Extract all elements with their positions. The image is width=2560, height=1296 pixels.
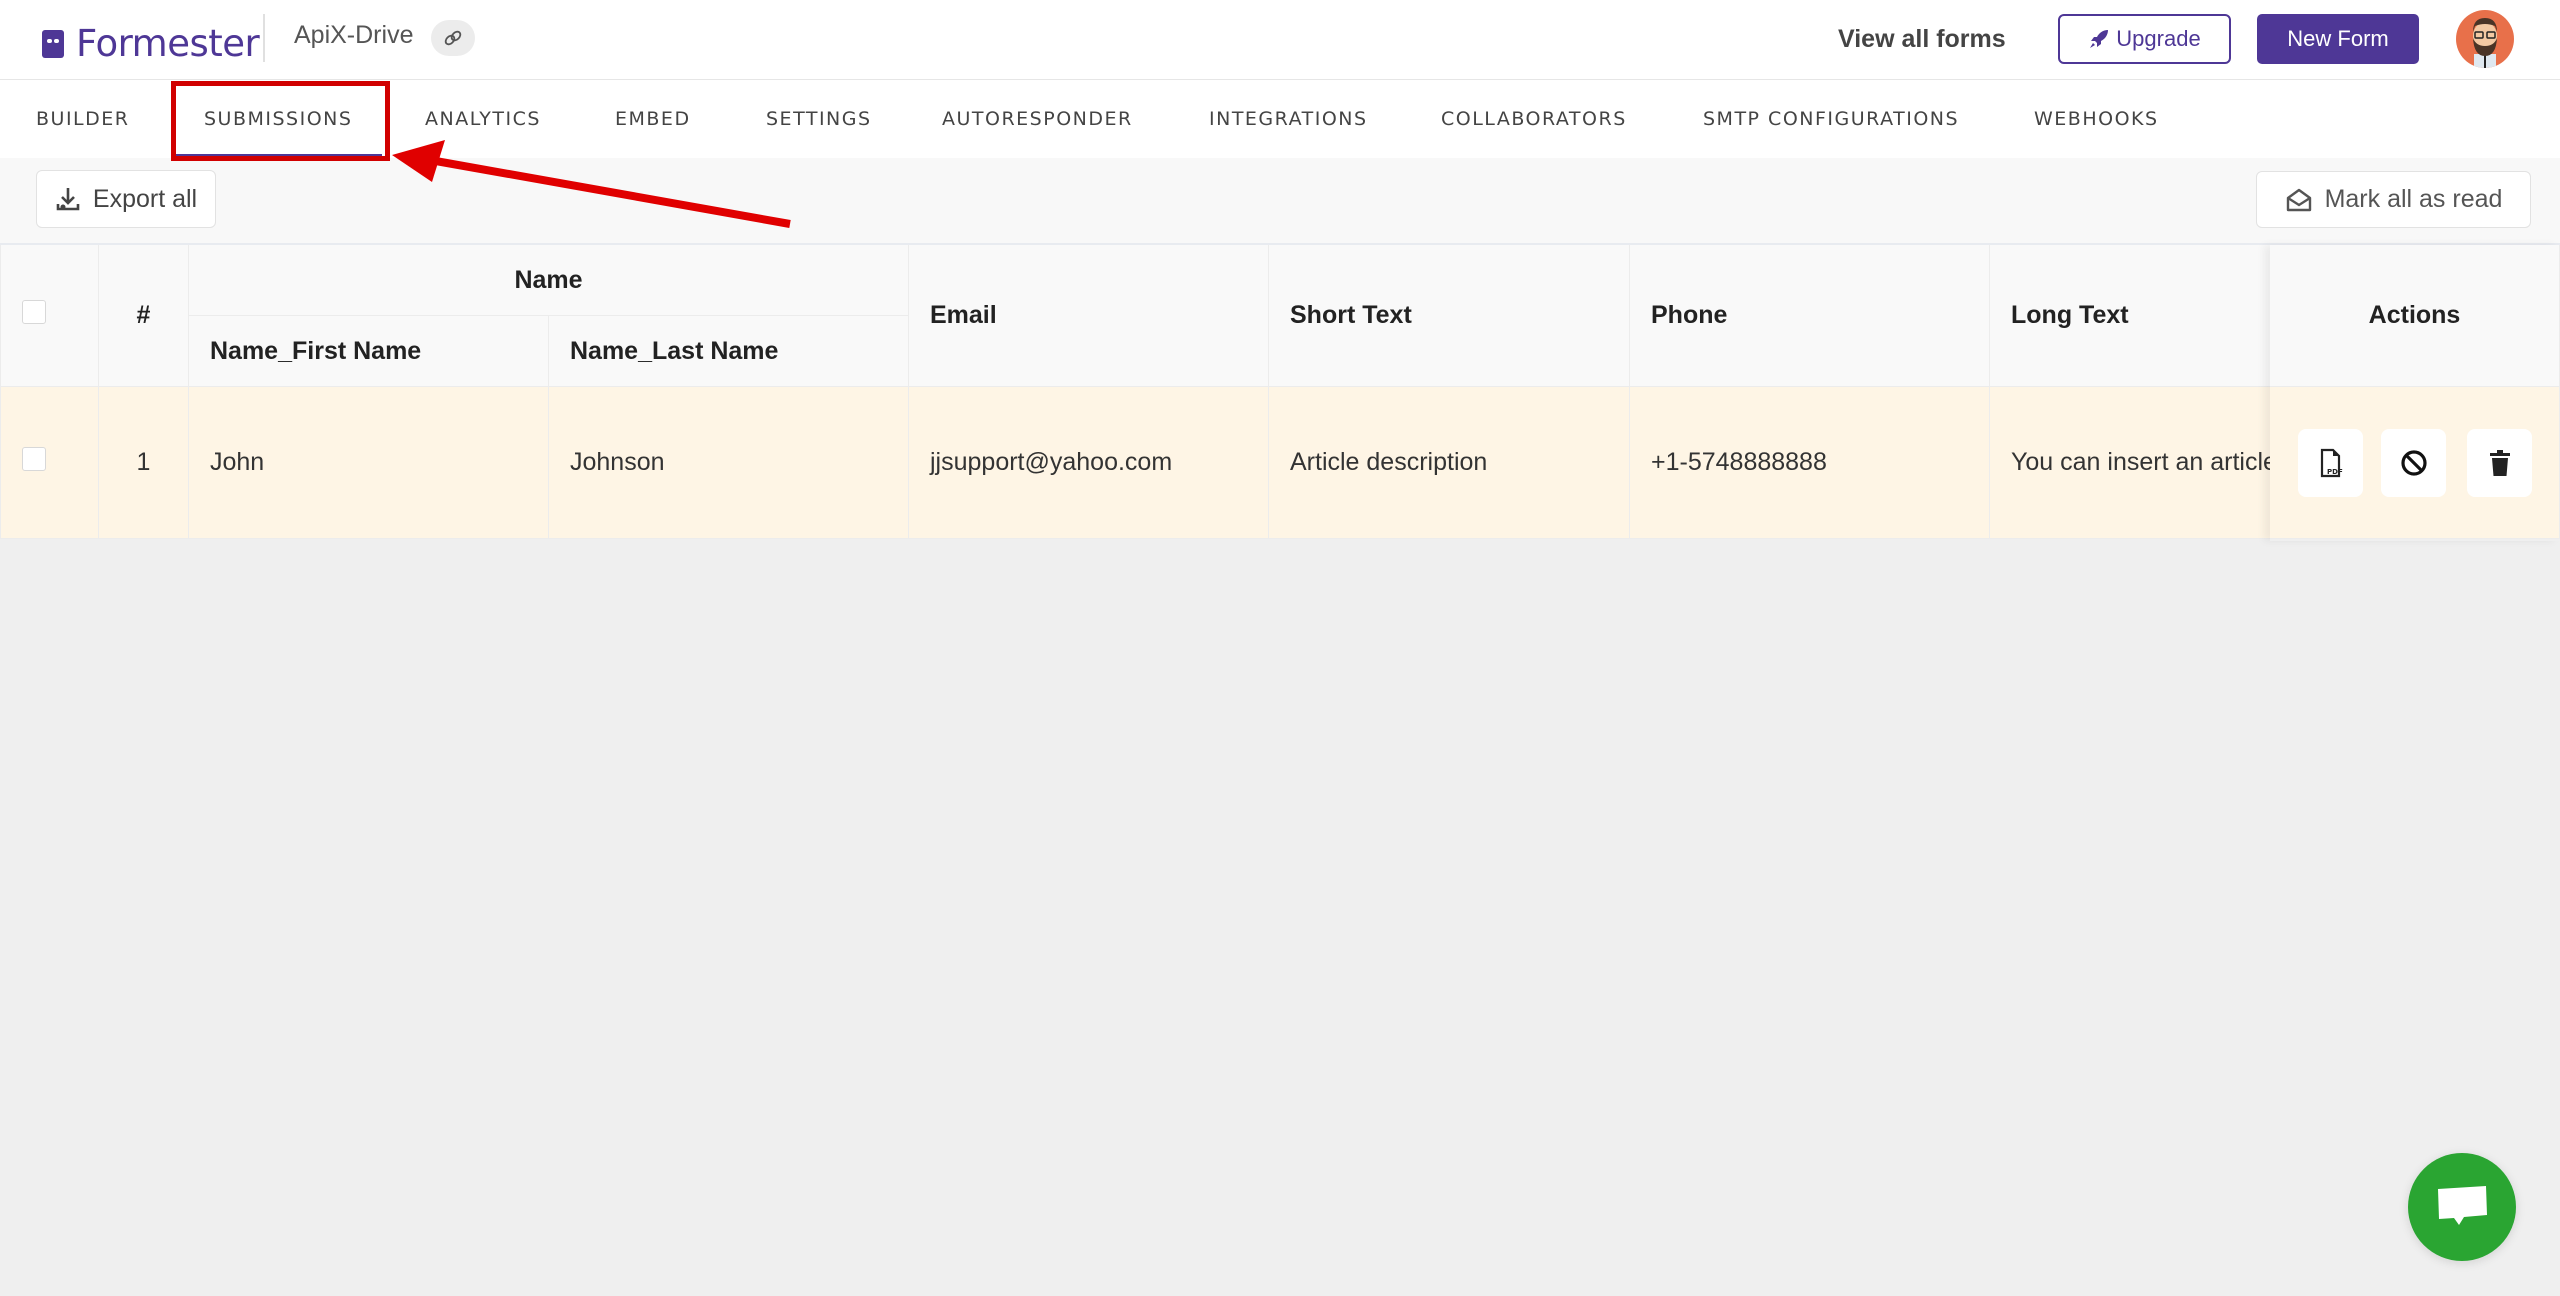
upgrade-button[interactable]: Upgrade [2058, 14, 2231, 64]
row-index: 1 [99, 387, 189, 539]
header-phone[interactable]: Phone [1630, 245, 1990, 387]
tab-collaborators[interactable]: COLLABORATORS [1441, 80, 1627, 158]
svg-text:PDF: PDF [2327, 468, 2343, 476]
tab-submissions[interactable]: SUBMISSIONS [173, 80, 383, 158]
tab-webhooks[interactable]: WEBHOOKS [2034, 80, 2159, 158]
formester-logo-icon [42, 29, 64, 58]
tab-smtp-configurations[interactable]: SMTP CONFIGURATIONS [1703, 80, 1959, 158]
trash-icon [2489, 450, 2510, 476]
row-long-text[interactable]: You can insert an article [1990, 387, 2290, 539]
new-form-button[interactable]: New Form [2257, 14, 2419, 64]
block-submission-button[interactable] [2381, 429, 2446, 497]
pdf-file-icon: PDF [2320, 448, 2343, 478]
tab-integrations[interactable]: INTEGRATIONS [1209, 80, 1368, 158]
row-email[interactable]: jjsupport@yahoo.com [909, 387, 1269, 539]
header-email[interactable]: Email [909, 245, 1269, 387]
download-pdf-button[interactable]: PDF [2298, 429, 2363, 497]
header-index: # [99, 245, 189, 387]
delete-submission-button[interactable] [2467, 429, 2532, 497]
row-last-name[interactable]: Johnson [549, 387, 909, 539]
header-name-group: Name [189, 245, 909, 316]
row-first-name[interactable]: John [189, 387, 549, 539]
header-long-text[interactable]: Long Text [1990, 245, 2290, 387]
select-all-checkbox[interactable] [21, 299, 46, 324]
chat-icon [2438, 1186, 2487, 1225]
header-actions: Actions [2270, 245, 2560, 387]
header-divider [263, 14, 265, 62]
tab-settings[interactable]: SETTINGS [766, 80, 872, 158]
header-first-name[interactable]: Name_First Name [189, 316, 549, 387]
row-checkbox[interactable] [21, 446, 46, 471]
submissions-toolbar: Export all Mark all as read [0, 158, 2560, 244]
export-all-button[interactable]: Export all [36, 170, 216, 228]
tab-embed[interactable]: EMBED [615, 80, 691, 158]
export-all-label: Export all [92, 184, 198, 213]
envelope-open-icon [2286, 188, 2311, 211]
row-select-cell [0, 387, 99, 539]
upgrade-label: Upgrade [2116, 26, 2201, 51]
mark-all-read-button[interactable]: Mark all as read [2256, 171, 2531, 228]
link-icon [444, 30, 462, 46]
view-all-forms-link[interactable]: View all forms [1838, 25, 2006, 54]
header-last-name[interactable]: Name_Last Name [549, 316, 909, 387]
form-tabs: BUILDER SUBMISSIONS ANALYTICS EMBED SETT… [0, 80, 2560, 158]
rocket-icon [2090, 30, 2109, 48]
user-avatar[interactable] [2456, 10, 2514, 68]
copy-link-button[interactable] [431, 20, 475, 56]
actions-column: Actions PDF [2270, 245, 2560, 541]
download-icon [56, 188, 80, 211]
row-phone[interactable]: +1-5748888888 [1630, 387, 1990, 539]
submissions-table: # Name Name_First Name Name_Last Name Em… [0, 243, 2560, 539]
mark-all-read-label: Mark all as read [2324, 185, 2503, 213]
row-short-text[interactable]: Article description [1269, 387, 1630, 539]
header-select-cell [0, 245, 99, 387]
header-short-text[interactable]: Short Text [1269, 245, 1630, 387]
tab-analytics[interactable]: ANALYTICS [425, 80, 541, 158]
tab-builder[interactable]: BUILDER [36, 80, 129, 158]
top-bar: Formester ApiX-Drive View all forms Upgr… [0, 0, 2560, 80]
avatar-icon [2473, 18, 2497, 68]
tab-autoresponder[interactable]: AUTORESPONDER [942, 80, 1133, 158]
logo-text: Formester [76, 22, 260, 65]
block-icon [2400, 450, 2427, 476]
formester-logo[interactable]: Formester [42, 22, 260, 65]
live-chat-button[interactable] [2408, 1153, 2516, 1261]
form-name: ApiX-Drive [294, 21, 414, 49]
